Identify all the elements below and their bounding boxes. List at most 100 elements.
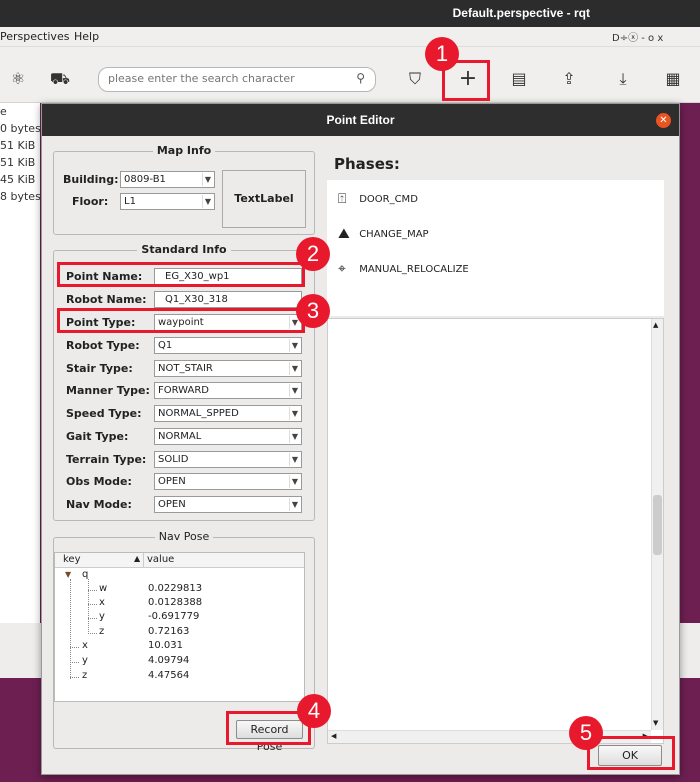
floor-label: Floor: xyxy=(72,195,109,208)
tree-row-value: -0.691779 xyxy=(148,611,200,622)
expand-arrow-icon[interactable]: ▼ xyxy=(65,570,71,579)
gait-type-label: Gait Type: xyxy=(66,430,129,443)
nav-pose-tree[interactable]: key ▲ value ▼ q w 0.0229813 x 0.0128388 … xyxy=(54,552,305,702)
upload-icon[interactable]: ⇪ xyxy=(558,68,580,90)
robot-type-value: Q1 xyxy=(158,340,173,351)
annotation-badge-1: 1 xyxy=(425,37,459,71)
phases-title: Phases: xyxy=(334,155,400,173)
robot-name-field[interactable]: Q1_X30_318 xyxy=(154,291,302,308)
list-item: 51 KiB xyxy=(0,156,36,169)
list-item: 45 KiB xyxy=(0,173,36,186)
annotation-box-3 xyxy=(57,308,305,333)
close-icon[interactable]: ✕ xyxy=(656,113,671,128)
door-icon: ⍐ xyxy=(338,191,347,207)
building-label: Building: xyxy=(63,173,119,186)
terrain-type-select[interactable]: SOLID ▼ xyxy=(154,451,302,468)
tree-row-value: 0.0229813 xyxy=(148,583,203,594)
scrollbar-thumb[interactable] xyxy=(653,495,662,555)
map-info-legend: Map Info xyxy=(152,144,216,157)
list-item: 0 bytes xyxy=(0,122,41,135)
column-key[interactable]: key xyxy=(63,554,81,565)
chevron-down-icon: ▼ xyxy=(289,407,300,420)
phase-item-manual-relocalize[interactable]: ⌖ MANUAL_RELOCALIZE xyxy=(338,261,469,277)
scroll-down-icon[interactable]: ▼ xyxy=(653,719,658,727)
phase-detail-area: ▲ ▼ ◀ ▶ xyxy=(327,318,664,744)
tree-row-key: x xyxy=(99,597,105,608)
scroll-left-icon[interactable]: ◀ xyxy=(331,732,336,740)
location-shield-icon[interactable]: ⛉ xyxy=(404,68,426,90)
gait-type-select[interactable]: NORMAL ▼ xyxy=(154,428,302,445)
tree-row-key: q xyxy=(82,569,89,580)
search-input[interactable] xyxy=(108,72,348,85)
vertical-scrollbar[interactable]: ▲ ▼ xyxy=(651,319,663,730)
obs-mode-label: Obs Mode: xyxy=(66,475,132,488)
list-icon[interactable]: ▤ xyxy=(508,68,530,90)
manner-type-value: FORWARD xyxy=(158,385,209,396)
floor-value: L1 xyxy=(124,196,136,207)
annotation-box-2 xyxy=(57,262,305,287)
chevron-down-icon: ▼ xyxy=(202,195,213,208)
chevron-down-icon: ▼ xyxy=(289,362,300,375)
robot-car-icon[interactable]: ⛟ xyxy=(49,68,71,90)
sort-up-icon[interactable]: ▲ xyxy=(134,554,140,563)
tree-row-value: 4.09794 xyxy=(148,655,190,666)
menu-help[interactable]: Help xyxy=(74,30,99,43)
standard-info-legend: Standard Info xyxy=(137,243,231,256)
calendar-icon[interactable]: ▦ xyxy=(662,68,684,90)
scroll-up-icon[interactable]: ▲ xyxy=(653,321,658,329)
file-size-list: e 0 bytes 51 KiB 51 KiB 45 KiB 8 bytes xyxy=(0,103,41,623)
phases-list: ⍐ DOOR_CMD ⛰ CHANGE_MAP ⌖ MANUAL_RELOCAL… xyxy=(327,180,664,316)
dialog-title: Point Editor xyxy=(42,104,679,136)
tree-row-value: 0.0128388 xyxy=(148,597,203,608)
tree-row-value: 10.031 xyxy=(148,640,183,651)
map-icon: ⛰ xyxy=(338,226,350,242)
building-value: 0809-B1 xyxy=(124,174,166,185)
phase-label: MANUAL_RELOCALIZE xyxy=(359,264,469,275)
window-titlebar: Default.perspective - rqt xyxy=(0,0,700,27)
chevron-down-icon: ▼ xyxy=(289,475,300,488)
chevron-down-icon: ▼ xyxy=(289,339,300,352)
chevron-down-icon: ▼ xyxy=(289,498,300,511)
manner-type-select[interactable]: FORWARD ▼ xyxy=(154,382,302,399)
tree-row-key: y xyxy=(82,655,88,666)
floor-select[interactable]: L1 ▼ xyxy=(120,193,215,210)
search-box[interactable]: ⚲ xyxy=(98,67,376,92)
robot-type-label: Robot Type: xyxy=(66,339,140,352)
tree-row-key: z xyxy=(82,670,88,681)
phase-item-change-map[interactable]: ⛰ CHANGE_MAP xyxy=(338,226,429,242)
tree-row-value: 4.47564 xyxy=(148,670,190,681)
speed-type-select[interactable]: NORMAL_SPPED ▼ xyxy=(154,405,302,422)
column-value[interactable]: value xyxy=(147,554,174,565)
annotation-badge-5: 5 xyxy=(569,716,603,750)
download-icon[interactable]: ⤓ xyxy=(612,68,634,90)
tree-header: key ▲ value xyxy=(55,553,304,568)
menu-perspectives[interactable]: Perspectives xyxy=(0,30,69,43)
chevron-down-icon: ▼ xyxy=(289,453,300,466)
obs-mode-value: OPEN xyxy=(158,476,186,487)
window-controls[interactable]: D÷ⓧ - o x xyxy=(612,29,663,44)
phase-label: DOOR_CMD xyxy=(359,194,418,205)
phase-item-door-cmd[interactable]: ⍐ DOOR_CMD xyxy=(338,191,418,207)
robot-type-select[interactable]: Q1 ▼ xyxy=(154,337,302,354)
nav-pose-legend: Nav Pose xyxy=(154,530,214,543)
nav-mode-label: Nav Mode: xyxy=(66,498,132,511)
speed-type-label: Speed Type: xyxy=(66,407,142,420)
robot-name-label: Robot Name: xyxy=(66,293,147,306)
building-select[interactable]: 0809-B1 ▼ xyxy=(120,171,215,188)
stair-type-select[interactable]: NOT_STAIR ▼ xyxy=(154,360,302,377)
chevron-down-icon: ▼ xyxy=(289,384,300,397)
stair-type-label: Stair Type: xyxy=(66,362,133,375)
tree-row-key: z xyxy=(99,626,105,637)
chevron-down-icon: ▼ xyxy=(289,430,300,443)
stair-type-value: NOT_STAIR xyxy=(158,363,213,374)
search-icon[interactable]: ⚲ xyxy=(356,71,365,85)
tree-row-value: 0.72163 xyxy=(148,626,190,637)
terrain-type-label: Terrain Type: xyxy=(66,453,147,466)
chevron-down-icon: ▼ xyxy=(202,173,213,186)
nav-mode-select[interactable]: OPEN ▼ xyxy=(154,496,302,513)
annotation-badge-2: 2 xyxy=(296,237,330,271)
atom-icon[interactable]: ⚛ xyxy=(7,68,29,90)
tree-row-key: w xyxy=(99,583,108,594)
obs-mode-select[interactable]: OPEN ▼ xyxy=(154,473,302,490)
tree-row-key: y xyxy=(99,611,105,622)
